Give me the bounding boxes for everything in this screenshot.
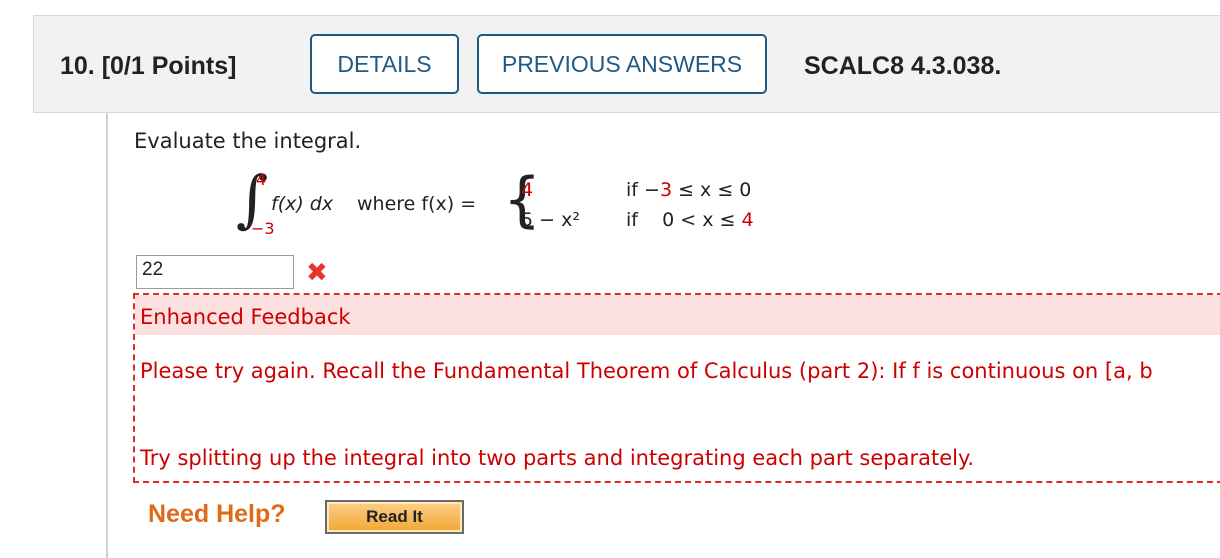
read-it-button[interactable]: Read It xyxy=(325,500,464,534)
case1-value: 4 xyxy=(521,179,534,201)
feedback-line1: Please try again. Recall the Fundamental… xyxy=(140,359,1153,383)
case2-condition: if 0 < x ≤ 4 xyxy=(626,209,754,231)
x-mark-icon: ✖ xyxy=(306,258,328,288)
case1-condition: if −3 ≤ x ≤ 0 xyxy=(626,179,751,201)
feedback-line2: Try splitting up the integral into two p… xyxy=(140,446,975,470)
integrand-text: f(x) dx xyxy=(271,193,334,215)
question-header: 10. [0/1 Points] DETAILS PREVIOUS ANSWER… xyxy=(33,15,1220,113)
upper-limit: 4 xyxy=(256,170,267,189)
lower-limit: −3 xyxy=(251,219,275,238)
case2-value: 5 − x² xyxy=(521,209,580,231)
enhanced-feedback-box: Enhanced Feedback Please try again. Reca… xyxy=(133,293,1220,483)
problem-code: SCALC8 4.3.038. xyxy=(804,52,1002,80)
feedback-title: Enhanced Feedback xyxy=(140,305,351,329)
integrand: f(x) dx xyxy=(271,193,333,215)
case1-cond-prefix: if − xyxy=(626,179,660,201)
need-help-label: Need Help? xyxy=(148,500,286,528)
case2-cond-num: 4 xyxy=(741,209,754,231)
left-divider xyxy=(106,113,108,558)
case1-cond-rest: ≤ x ≤ 0 xyxy=(672,179,752,201)
case1-cond-num: 3 xyxy=(659,179,673,201)
previous-answers-button[interactable]: PREVIOUS ANSWERS xyxy=(477,34,767,94)
question-number-points: 10. [0/1 Points] xyxy=(60,52,237,80)
case2-cond-prefix: if 0 < x ≤ xyxy=(626,209,742,231)
answer-input[interactable]: 22 xyxy=(136,255,294,289)
question-prompt: Evaluate the integral. xyxy=(134,129,362,153)
details-button[interactable]: DETAILS xyxy=(310,34,459,94)
where-text: where f(x) = xyxy=(357,193,477,215)
